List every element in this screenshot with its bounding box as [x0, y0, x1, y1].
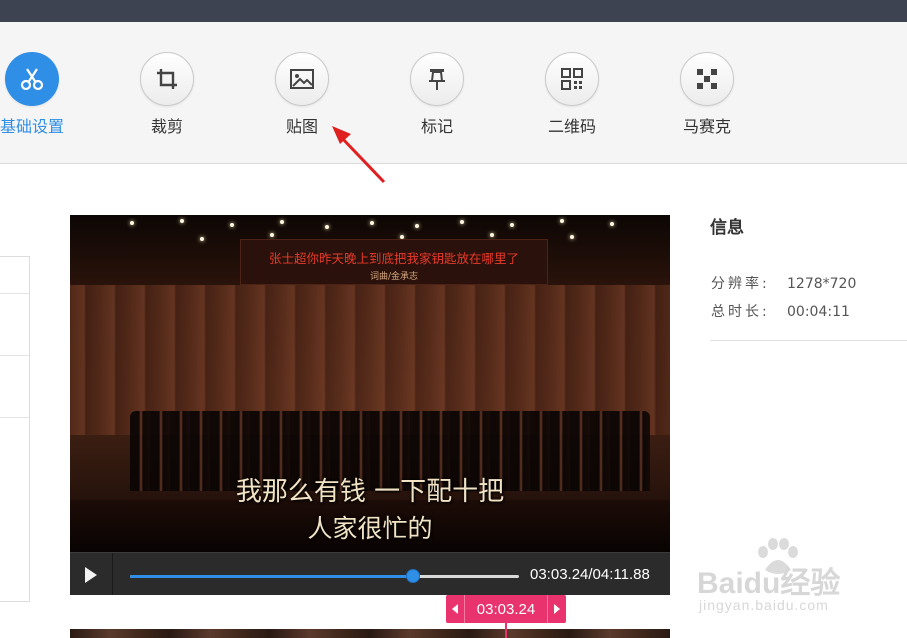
video-player[interactable]: 张士超你昨天晚上到底把我家钥匙放在哪里了 词曲/金承志 我那么有钱 一下配十把 …	[70, 215, 670, 595]
annotation-arrow-icon	[332, 126, 386, 184]
banner-title: 张士超你昨天晚上到底把我家钥匙放在哪里了	[268, 251, 519, 266]
list-divider	[0, 293, 29, 294]
resolution-label: 分辨率:	[711, 276, 770, 292]
play-icon	[85, 566, 97, 583]
crop-icon	[140, 52, 194, 106]
timeline-marker-line	[505, 623, 507, 638]
video-frame: 张士超你昨天晚上到底把我家钥匙放在哪里了 词曲/金承志 我那么有钱 一下配十把 …	[70, 215, 670, 552]
tool-mosaic[interactable]: 马赛克	[662, 52, 752, 142]
tool-label: 基础设置	[0, 117, 64, 136]
window-titlebar	[0, 0, 907, 22]
stage-banner: 张士超你昨天晚上到底把我家钥匙放在哪里了 词曲/金承志	[240, 239, 548, 285]
info-resolution: 分辨率: 1278*720	[711, 273, 856, 293]
tool-qrcode[interactable]: 二维码	[527, 52, 617, 142]
caret-right-icon	[554, 604, 560, 614]
marker-next-button[interactable]	[547, 595, 566, 623]
toolbar: 基础设置 裁剪 贴图 标记 二维码 马赛克	[0, 22, 907, 164]
marker-time: 03:03.24	[476, 600, 536, 618]
progress-bar[interactable]	[130, 569, 519, 583]
resolution-value: 1278*720	[787, 276, 857, 292]
tool-label: 马赛克	[682, 117, 731, 136]
tool-label: 二维码	[547, 117, 596, 136]
baidu-watermark: Baidu经验 jingyan.baidu.com	[697, 538, 897, 618]
duration-value: 00:04:11	[787, 304, 850, 320]
tool-label: 标记	[420, 117, 453, 136]
qrcode-icon	[545, 52, 599, 106]
progress-fill	[130, 575, 414, 578]
play-button[interactable]	[70, 553, 113, 595]
player-controls: 03:03.24/04:11.88	[70, 552, 670, 595]
mosaic-icon	[680, 52, 734, 106]
pin-icon	[410, 52, 464, 106]
subtitle-line-1: 我那么有钱 一下配十把	[235, 477, 505, 507]
timeline-marker[interactable]: 03:03.24	[446, 595, 566, 623]
scissors-icon	[5, 52, 59, 106]
file-list-panel	[0, 256, 30, 602]
duration-label: 总时长:	[711, 304, 770, 320]
timeline-filmstrip[interactable]	[70, 629, 670, 638]
tool-basic-settings[interactable]: 基础设置	[0, 52, 77, 142]
tool-crop[interactable]: 裁剪	[122, 52, 212, 142]
marker-prev-button[interactable]	[446, 595, 465, 623]
list-divider	[0, 355, 29, 356]
info-duration: 总时长: 00:04:11	[711, 301, 850, 321]
info-divider	[710, 340, 907, 341]
time-display: 03:03.24/04:11.88	[530, 566, 650, 583]
watermark-main: Baidu经验	[697, 567, 841, 600]
progress-handle[interactable]	[406, 569, 421, 583]
watermark-sub: jingyan.baidu.com	[699, 597, 829, 613]
banner-subtitle: 词曲/金承志	[369, 272, 419, 282]
tool-marker[interactable]: 标记	[392, 52, 482, 142]
info-title: 信息	[710, 218, 744, 238]
image-icon	[275, 52, 329, 106]
subtitle-line-2: 人家很忙的	[307, 514, 433, 543]
tool-label: 裁剪	[150, 117, 183, 136]
caret-left-icon	[452, 604, 458, 614]
list-divider	[0, 417, 29, 418]
